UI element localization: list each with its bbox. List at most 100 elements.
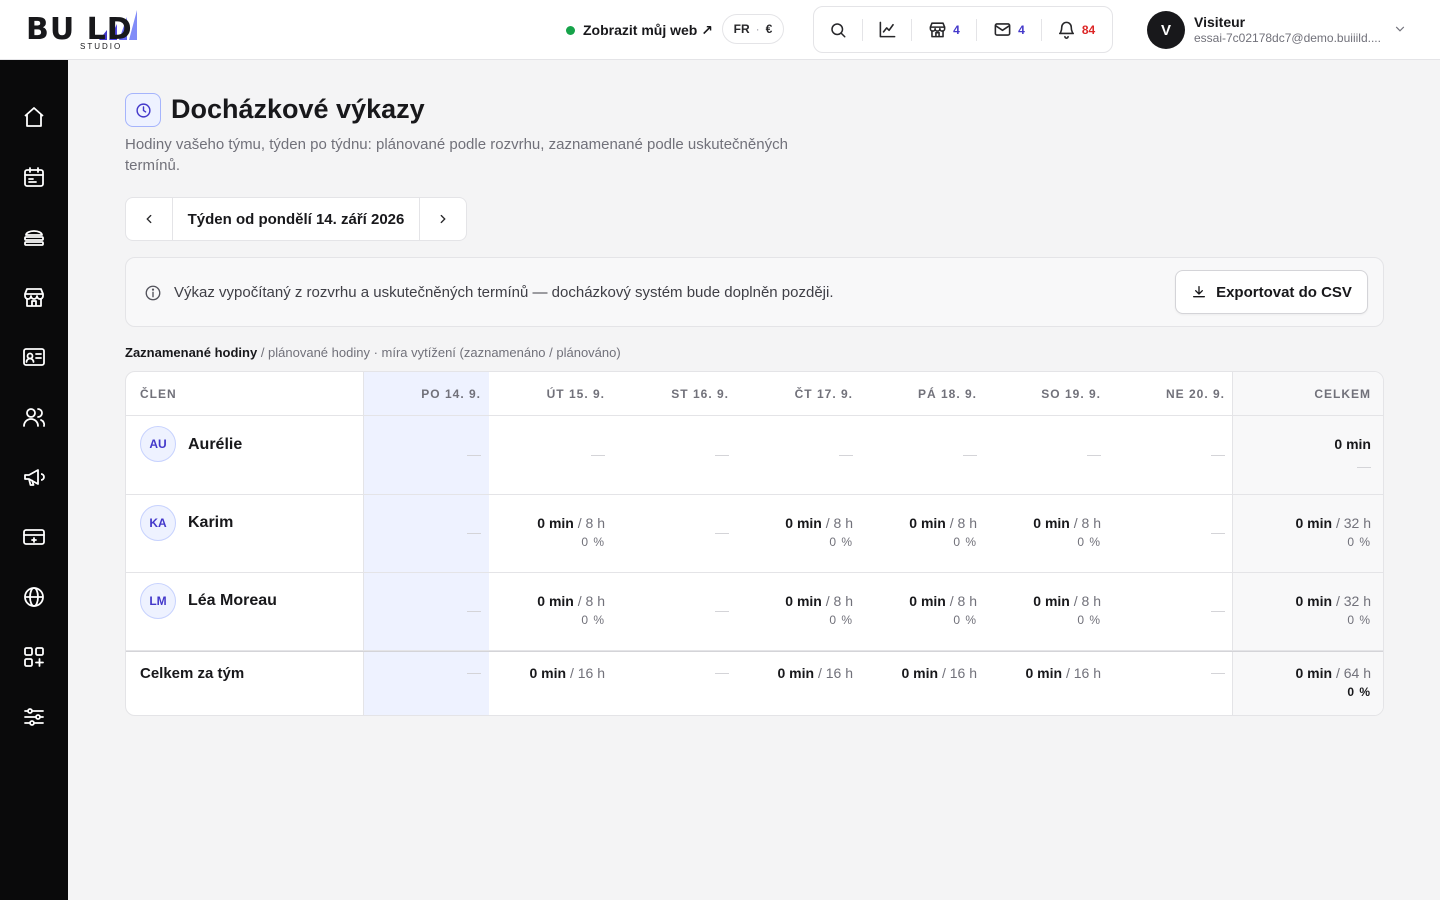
- sidebar-item-settings[interactable]: [14, 697, 54, 737]
- sidebar-item-calendar[interactable]: [14, 157, 54, 197]
- sidebar-item-home[interactable]: [14, 97, 54, 137]
- empty-cell-dash: [467, 533, 481, 534]
- empty-cell-dash: [715, 611, 729, 612]
- empty-cell-dash: [715, 673, 729, 674]
- header-day-mon[interactable]: PO 14. 9.: [421, 387, 481, 401]
- sidebar-item-website[interactable]: [14, 577, 54, 617]
- planned-time: / 8 h: [1069, 593, 1101, 609]
- table-footer-row: Celkem za tým 0 min / 16 h 0 min / 16 h …: [126, 651, 1383, 715]
- empty-cell-dash: [467, 611, 481, 612]
- planned-time: / 8 h: [1069, 515, 1101, 531]
- bell-icon: [1058, 21, 1074, 39]
- info-icon: [145, 285, 161, 301]
- recorded-time: 0 min: [909, 593, 946, 609]
- header-total[interactable]: CELKEM: [1314, 387, 1371, 401]
- empty-cell-dash: [715, 455, 729, 456]
- header-member[interactable]: ČLEN: [140, 387, 177, 401]
- download-icon: [1193, 286, 1206, 298]
- day-cell-sat: 0 min / 8 h 0 %: [1033, 593, 1101, 627]
- user-name: Visiteur: [1194, 14, 1246, 30]
- member-name: Aurélie: [188, 436, 243, 453]
- clock-icon: [135, 102, 151, 118]
- header-day-sun[interactable]: NE 20. 9.: [1166, 387, 1225, 401]
- export-csv-button[interactable]: Exportovat do CSV: [1175, 270, 1368, 314]
- planned-time: / 16 h: [938, 665, 977, 681]
- user-avatar: V: [1147, 11, 1185, 49]
- recorded-time: 0 min: [909, 515, 946, 531]
- sidebar-item-payments[interactable]: [14, 517, 54, 557]
- analytics-button[interactable]: [863, 7, 911, 52]
- recorded-time: 0 min: [785, 593, 822, 609]
- next-week-button[interactable]: [420, 198, 466, 240]
- search-icon: [831, 22, 846, 37]
- shop-icon: [24, 288, 44, 307]
- sidebar-item-shop[interactable]: [14, 277, 54, 317]
- page-title-icon: [125, 93, 161, 127]
- separator: ·: [755, 22, 760, 36]
- planned-time: / 16 h: [814, 665, 853, 681]
- user-menu[interactable]: V Visiteur essai-7c02178dc7@demo.buiiild…: [1147, 11, 1417, 49]
- utilization-rate: 0 %: [953, 535, 977, 549]
- user-email: essai-7c02178dc7@demo.buiiild....: [1194, 31, 1381, 45]
- team-total-cell: 0 min / 64 h 0 %: [1296, 665, 1372, 699]
- previous-week-button[interactable]: [126, 198, 172, 240]
- planned-time: / 16 h: [1062, 665, 1101, 681]
- online-status-dot: [566, 25, 575, 35]
- messages-button[interactable]: 4: [977, 7, 1041, 52]
- view-site-link[interactable]: Zobrazit můj web ↗: [566, 18, 713, 42]
- day-cell-thu: 0 min / 8 h 0 %: [785, 593, 853, 627]
- shop-button[interactable]: 4: [912, 7, 976, 52]
- header-day-wed[interactable]: ST 16. 9.: [671, 387, 729, 401]
- chart-line-icon: [879, 21, 895, 38]
- empty-cell-dash: [963, 455, 977, 456]
- day-cell-fri: 0 min / 8 h 0 %: [909, 593, 977, 627]
- planned-time: / 16 h: [566, 665, 605, 681]
- chevron-down-icon: [1395, 26, 1405, 32]
- language-currency-selector[interactable]: FR · €: [722, 14, 784, 44]
- table-row[interactable]: KA Karim 0 min / 8 h 0 % 0 min / 8 h 0 % 0…: [126, 495, 1383, 573]
- sidebar-item-marketing[interactable]: [14, 457, 54, 497]
- planned-time: / 8 h: [573, 515, 605, 531]
- empty-cell-dash: [839, 455, 853, 456]
- recorded-time: 0 min: [1033, 515, 1070, 531]
- notifications-button[interactable]: 84: [1042, 7, 1110, 52]
- megaphone-icon: [24, 469, 45, 486]
- member-avatar: AU: [140, 426, 176, 462]
- sidebar-item-apps[interactable]: [14, 637, 54, 677]
- empty-cell-dash: [1211, 673, 1225, 674]
- week-label[interactable]: Týden od pondělí 14. září 2026: [172, 198, 420, 240]
- header-day-thu[interactable]: ČT 17. 9.: [795, 387, 853, 401]
- search-button[interactable]: [814, 7, 862, 52]
- table-header: ČLEN PO 14. 9. ÚT 15. 9. ST 16. 9. ČT 17…: [126, 372, 1383, 416]
- view-site-label: Zobrazit můj web ↗: [583, 21, 713, 38]
- empty-cell-dash: [715, 533, 729, 534]
- sidebar-item-contacts[interactable]: [14, 337, 54, 377]
- day-cell-fri: 0 min / 8 h 0 %: [909, 515, 977, 549]
- total-cell: 0 min: [1334, 436, 1371, 452]
- empty-cell-dash: [1211, 611, 1225, 612]
- table-legend: Zaznamenané hodiny / plánované hodiny · …: [125, 345, 621, 360]
- page-title: Docházkové výkazy: [171, 94, 425, 124]
- utilization-rate: 0 %: [1077, 535, 1101, 549]
- recorded-time: 0 min: [777, 665, 815, 681]
- mail-count-badge: 4: [1018, 22, 1025, 37]
- header-day-sat[interactable]: SO 19. 9.: [1041, 387, 1101, 401]
- team-total-label: Celkem za tým: [140, 665, 245, 682]
- chevron-right-icon: [440, 214, 446, 224]
- recorded-time: 0 min: [537, 515, 574, 531]
- header-day-fri[interactable]: PÁ 18. 9.: [918, 387, 977, 401]
- apps-icon: [24, 647, 44, 667]
- empty-cell-dash: [467, 455, 481, 456]
- table-row[interactable]: LM Léa Moreau 0 min / 8 h 0 % 0 min / 8 h…: [126, 573, 1383, 651]
- planned-time: / 32 h: [1332, 593, 1371, 609]
- utilization-rate: 0 %: [1347, 613, 1371, 627]
- logo[interactable]: BU LD STUDIO: [26, 8, 186, 52]
- planned-time: / 8 h: [945, 515, 977, 531]
- services-icon: [24, 230, 44, 246]
- top-bar: BU LD STUDIO Zobrazit můj web ↗ FR · € 4…: [0, 0, 1440, 60]
- table-row[interactable]: AU Aurélie 0 min: [126, 416, 1383, 495]
- sidebar-item-team[interactable]: [14, 397, 54, 437]
- header-day-tue[interactable]: ÚT 15. 9.: [547, 387, 605, 401]
- empty-cell-dash: [1211, 533, 1225, 534]
- sidebar-item-services[interactable]: [14, 217, 54, 257]
